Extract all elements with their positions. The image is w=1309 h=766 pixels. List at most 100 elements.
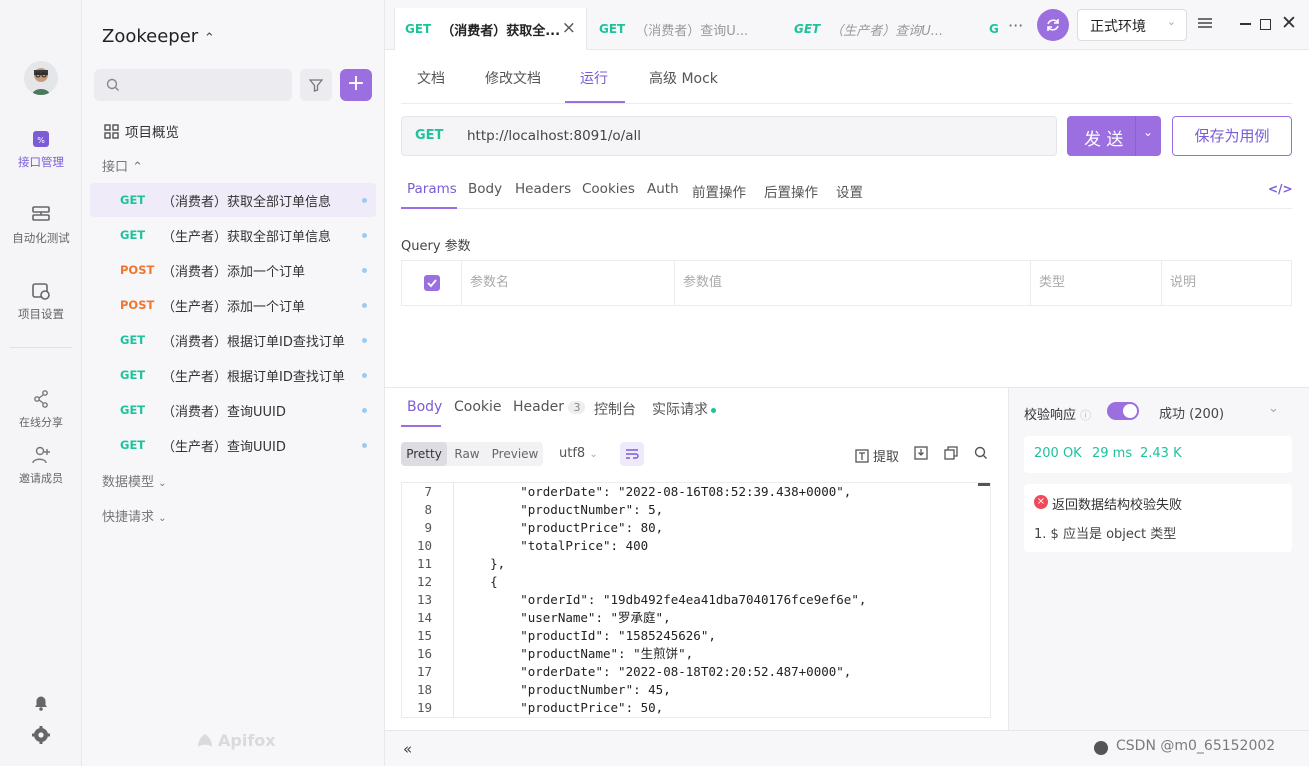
status-dot: [362, 408, 367, 413]
chevron-down-icon[interactable]: ⌄: [1268, 401, 1279, 416]
close-icon[interactable]: ×: [562, 18, 576, 38]
sidebar-item-api[interactable]: GET （生产者）根据订单ID查找订单: [90, 358, 376, 392]
validation-error-card: × 返回数据结构校验失败 1. $ 应当是 object 类型: [1024, 484, 1292, 552]
tab-post-actions[interactable]: 后置操作: [764, 181, 818, 201]
tab-auth[interactable]: Auth: [647, 181, 679, 197]
chevron-down-icon[interactable]: ⌄: [1143, 125, 1153, 139]
validate-toggle[interactable]: [1107, 402, 1139, 420]
collapse-sidebar-icon[interactable]: «: [403, 740, 412, 758]
download-icon[interactable]: [914, 446, 928, 460]
tab-settings[interactable]: 设置: [836, 181, 863, 201]
validate-response-label: 校验响应 ⓘ: [1024, 404, 1091, 423]
scrollbar[interactable]: [978, 483, 990, 486]
gear-icon[interactable]: [31, 725, 51, 745]
code-icon[interactable]: </>: [1268, 182, 1293, 196]
response-body-editor[interactable]: 7 "orderDate": "2022-08-16T08:52:39.438+…: [401, 482, 991, 718]
code-line: 15 "productId": "1585245626",: [402, 627, 716, 645]
tab-cookies[interactable]: Cookies: [582, 181, 635, 197]
rail-label: 项目设置: [18, 307, 64, 321]
group-api[interactable]: 接口 ⌃: [102, 156, 143, 175]
line-number: 13: [416, 592, 432, 607]
environment-label: 正式环境: [1090, 19, 1146, 35]
tab-pre-actions[interactable]: 前置操作: [692, 181, 746, 201]
sidebar-item-api[interactable]: GET （消费者）根据订单ID查找订单: [90, 323, 376, 357]
extract-button[interactable]: 提取: [855, 446, 899, 465]
sidebar-item-api[interactable]: POST （消费者）添加一个订单: [90, 253, 376, 287]
add-user-icon: [30, 444, 52, 466]
format-raw[interactable]: Raw: [449, 442, 485, 466]
url-input[interactable]: http://localhost:8091/o/all: [467, 128, 641, 144]
project-name: Zookeeper: [102, 26, 199, 47]
rail-item-automation[interactable]: 自动化测试: [0, 204, 82, 246]
response-tab-console[interactable]: 控制台: [594, 399, 636, 419]
refresh-icon: [1045, 17, 1061, 33]
divider: [10, 347, 72, 348]
subtab-mock[interactable]: 高级 Mock: [649, 68, 718, 88]
format-pretty[interactable]: Pretty: [401, 442, 447, 466]
code-line: 13 "orderId": "19db492fe4ea41dba7040176f…: [402, 591, 866, 609]
copy-icon[interactable]: [944, 446, 958, 460]
help-icon[interactable]: ⓘ: [1080, 409, 1091, 422]
bell-icon[interactable]: [31, 692, 51, 712]
response-tab-cookie[interactable]: Cookie: [454, 399, 502, 415]
send-button[interactable]: 发 送 ⌄: [1067, 116, 1161, 156]
sidebar-item-api[interactable]: GET （消费者）查询UUID: [90, 393, 376, 427]
tab-params[interactable]: Params: [407, 181, 457, 197]
encoding-select[interactable]: utf8 ⌄: [559, 446, 598, 461]
sidebar-item-api[interactable]: GET （消费者）获取全部订单信息: [90, 183, 376, 217]
group-quick-request[interactable]: 快捷请求 ⌄: [102, 506, 167, 525]
error-title: 返回数据结构校验失败: [1052, 498, 1183, 513]
method-badge: GET: [120, 403, 146, 417]
sidebar-item-api[interactable]: POST （生产者）添加一个订单: [90, 288, 376, 322]
tab-method: G: [989, 22, 999, 36]
subtab-edit-doc[interactable]: 修改文档: [485, 68, 541, 88]
more-tabs-icon[interactable]: ···: [1008, 16, 1023, 35]
subtab-doc[interactable]: 文档: [417, 68, 445, 88]
status-dot: [362, 268, 367, 273]
rail-item-invite[interactable]: 邀请成员: [0, 444, 82, 486]
group-data-model[interactable]: 数据模型 ⌄: [102, 471, 167, 490]
tab-request-2[interactable]: GET （消费者）查询U...: [599, 8, 779, 50]
search-input[interactable]: [94, 69, 292, 101]
overview-link[interactable]: 项目概览: [104, 121, 179, 141]
check-icon: [427, 279, 437, 288]
wrap-button[interactable]: [620, 442, 644, 466]
avatar[interactable]: [24, 61, 58, 95]
encoding-label: utf8: [559, 446, 586, 461]
environment-select[interactable]: 正式环境 ⌄: [1077, 9, 1187, 41]
rail-item-settings[interactable]: 项目设置: [0, 280, 82, 322]
response-tab-actual-request[interactable]: 实际请求: [652, 399, 716, 419]
rail-item-share[interactable]: 在线分享: [0, 388, 82, 430]
tab-body[interactable]: Body: [468, 181, 502, 197]
status-dot: [711, 407, 716, 413]
tab-request-4[interactable]: G: [989, 8, 1003, 50]
subtab-run[interactable]: 运行: [580, 68, 608, 88]
tab-headers[interactable]: Headers: [515, 181, 571, 197]
close-window-button[interactable]: ✕: [1276, 10, 1302, 38]
response-tab-header[interactable]: Header 3: [513, 399, 586, 415]
rail-item-api[interactable]: % 接口管理: [0, 128, 82, 170]
cookie-icon[interactable]: [1094, 741, 1108, 755]
select-all-checkbox[interactable]: [424, 275, 440, 291]
tab-request-3[interactable]: GET （生产者）查询U...: [794, 8, 969, 50]
tab-request-1[interactable]: GET （消费者）获取全... ×: [394, 8, 587, 50]
save-as-case-button[interactable]: 保存为用例: [1172, 116, 1292, 156]
filter-button[interactable]: [300, 69, 332, 101]
search-icon[interactable]: [974, 446, 988, 460]
response-select[interactable]: 成功 (200): [1159, 403, 1224, 422]
method-select[interactable]: GET: [415, 128, 443, 143]
sidebar-item-api[interactable]: GET （生产者）查询UUID: [90, 428, 376, 462]
format-preview[interactable]: Preview: [487, 442, 543, 466]
code-line: 12 {: [402, 573, 498, 591]
response-tab-body[interactable]: Body: [407, 399, 442, 415]
chevron-updown-icon: ⌃: [203, 31, 215, 46]
result-label: 成功 (200): [1159, 407, 1225, 422]
menu-button[interactable]: [1192, 10, 1218, 38]
sidebar-item-api[interactable]: GET （生产者）获取全部订单信息: [90, 218, 376, 252]
project-title[interactable]: Zookeeper ⌃: [102, 26, 215, 47]
code-line: 9 "productPrice": 80,: [402, 519, 663, 537]
environment-switch[interactable]: [1037, 9, 1069, 41]
line-number: 14: [416, 610, 432, 625]
add-button[interactable]: +: [340, 69, 372, 101]
chevron-down-icon: ⌄: [1166, 15, 1176, 28]
